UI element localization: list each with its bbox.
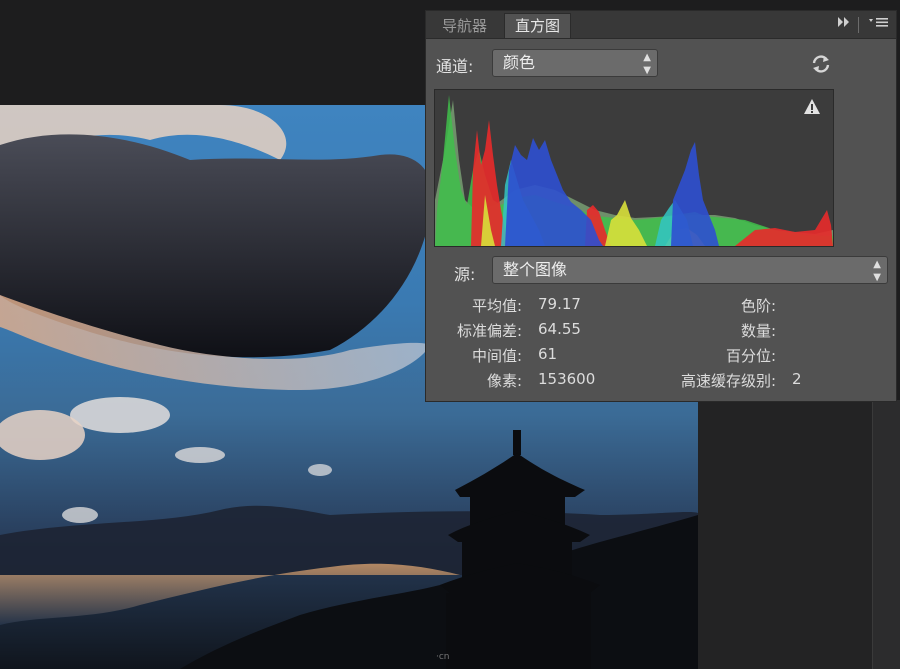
refresh-icon[interactable] (809, 52, 833, 76)
panel-tab-bar: 导航器 直方图 (426, 11, 896, 39)
tab-separator (858, 17, 859, 33)
tab-histogram[interactable]: 直方图 (504, 13, 572, 38)
stat-mean-label: 平均值: (471, 297, 522, 315)
channel-select-value: 颜色 (503, 53, 536, 72)
source-select[interactable]: 整个图像 ▲ ▼ (492, 256, 888, 284)
histogram-panel: 导航器 直方图 通道: 颜色 ▲ ▼ 源: 整个图像 ▲ ▼ 平均值: 79.1… (425, 10, 897, 402)
stat-median-value: 61 (538, 345, 558, 363)
stat-cache-level-value: 2 (792, 370, 802, 388)
stat-median-label: 中间值: (471, 347, 522, 365)
watermark-text: ·cn (436, 652, 450, 662)
stat-cache-level-label: 高速缓存级别: (680, 372, 776, 390)
stat-percentile-label: 百分位: (725, 347, 776, 365)
stat-mean-value: 79.17 (538, 295, 581, 313)
stat-pixels-label: 像素: (486, 372, 522, 390)
select-arrows-icon: ▲ ▼ (643, 52, 651, 76)
select-arrows-icon: ▲ ▼ (873, 259, 881, 283)
tab-navigator[interactable]: 导航器 (432, 14, 497, 38)
double-chevron-right-icon[interactable] (836, 15, 852, 33)
panel-menu-icon[interactable] (868, 15, 890, 33)
channel-label: 通道: (436, 57, 474, 76)
source-label: 源: (454, 265, 476, 284)
stat-pixels-value: 153600 (538, 370, 596, 388)
channel-select[interactable]: 颜色 ▲ ▼ (492, 49, 658, 77)
vertical-scrollbar[interactable] (872, 400, 900, 669)
cache-warning-icon[interactable] (803, 98, 821, 115)
workspace-gutter (698, 400, 900, 669)
stat-stddev-value: 64.55 (538, 320, 581, 338)
stat-stddev-label: 标准偏差: (456, 322, 522, 340)
stat-level-label: 色阶: (740, 297, 776, 315)
stat-count-label: 数量: (740, 322, 776, 340)
source-select-value: 整个图像 (503, 260, 568, 279)
histogram-graph (434, 89, 834, 247)
